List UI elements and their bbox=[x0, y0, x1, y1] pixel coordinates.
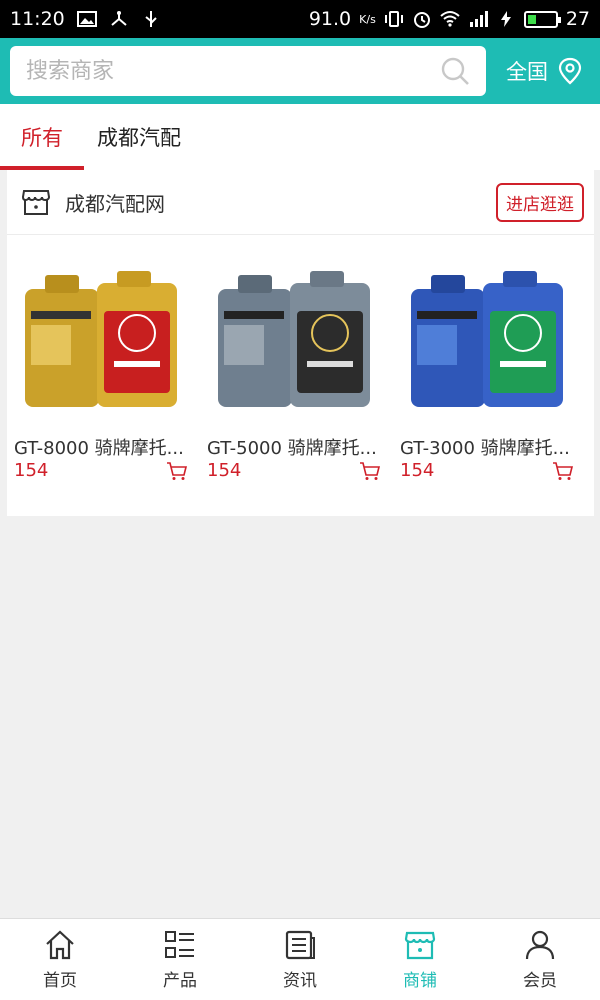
product-title: GT-3000 骑牌摩托... bbox=[400, 438, 570, 459]
nav-label: 会员 bbox=[523, 971, 557, 991]
tab-label: 所有 bbox=[21, 126, 63, 150]
search-icon[interactable] bbox=[440, 56, 470, 86]
home-icon bbox=[46, 930, 74, 960]
shop-header: 成都汽配网 进店逛逛 bbox=[7, 170, 594, 235]
category-tabs: 所有 成都汽配 bbox=[0, 104, 600, 170]
usb-icon bbox=[145, 11, 157, 27]
enter-shop-button[interactable]: 进店逛逛 bbox=[496, 182, 584, 222]
network-speed: 91.0 bbox=[308, 8, 352, 30]
product-list: GT-8000 骑牌摩托... 154 GT-5000 骑牌摩托... 154 bbox=[7, 235, 594, 515]
shop-card: 成都汽配网 进店逛逛 GT-8000 骑牌摩托... 154 GT-5000 骑… bbox=[7, 170, 594, 516]
product-price: 154 bbox=[207, 460, 242, 481]
product-image[interactable] bbox=[210, 271, 380, 411]
search-box[interactable] bbox=[10, 46, 486, 96]
nav-news[interactable]: 资讯 bbox=[240, 919, 360, 1000]
tab-label: 成都汽配 bbox=[97, 126, 181, 150]
charging-icon bbox=[500, 11, 511, 27]
wifi-icon bbox=[440, 11, 460, 27]
product-title: GT-8000 骑牌摩托... bbox=[14, 438, 184, 459]
shop-name: 成都汽配网 bbox=[65, 191, 165, 216]
cart-icon[interactable] bbox=[166, 461, 188, 481]
user-icon bbox=[525, 930, 555, 960]
product-price: 154 bbox=[400, 460, 435, 481]
product-card[interactable]: GT-8000 骑牌摩托... 154 bbox=[7, 235, 200, 515]
network-speed-unit: K/s bbox=[359, 12, 376, 26]
header-bar: 全国 bbox=[0, 38, 600, 104]
image-icon bbox=[76, 11, 97, 27]
location-pin-icon bbox=[558, 57, 582, 85]
alarm-icon bbox=[413, 12, 430, 28]
nav-products[interactable]: 产品 bbox=[120, 919, 240, 1000]
nav-stores[interactable]: 商铺 bbox=[360, 919, 480, 1000]
search-input[interactable] bbox=[26, 58, 440, 84]
vibrate-icon bbox=[384, 11, 403, 27]
nav-member[interactable]: 会员 bbox=[480, 919, 600, 1000]
nav-label: 产品 bbox=[163, 971, 197, 991]
product-title: GT-5000 骑牌摩托... bbox=[207, 438, 377, 459]
news-icon bbox=[285, 930, 315, 960]
cart-icon[interactable] bbox=[359, 461, 381, 481]
product-card[interactable]: GT-5000 骑牌摩托... 154 bbox=[200, 235, 393, 515]
battery-icon bbox=[523, 10, 561, 28]
store-icon bbox=[404, 931, 436, 960]
status-time: 11:20 bbox=[10, 8, 65, 30]
list-icon bbox=[165, 931, 194, 958]
battery-level: 27 bbox=[565, 8, 590, 30]
tab-chengdu-auto-parts[interactable]: 成都汽配 bbox=[84, 104, 194, 170]
product-image[interactable] bbox=[17, 271, 187, 411]
region-selector[interactable]: 全国 bbox=[506, 56, 590, 86]
share-icon bbox=[111, 11, 127, 26]
nav-home[interactable]: 首页 bbox=[0, 919, 120, 1000]
nav-label: 资讯 bbox=[283, 971, 317, 991]
product-card[interactable]: GT-3000 骑牌摩托... 154 bbox=[393, 235, 586, 515]
status-bar: 11:20 91.0 K/s 27 bbox=[0, 0, 600, 38]
nav-label: 首页 bbox=[43, 971, 77, 991]
bottom-nav: 首页 产品 资讯 商铺 会员 bbox=[0, 918, 600, 1000]
signal-icon bbox=[469, 11, 488, 27]
product-price: 154 bbox=[14, 460, 49, 481]
tab-all[interactable]: 所有 bbox=[0, 104, 84, 170]
product-image[interactable] bbox=[403, 271, 573, 411]
store-icon bbox=[21, 190, 51, 215]
nav-label: 商铺 bbox=[403, 971, 437, 991]
region-label: 全国 bbox=[506, 60, 548, 84]
cart-icon[interactable] bbox=[552, 461, 574, 481]
